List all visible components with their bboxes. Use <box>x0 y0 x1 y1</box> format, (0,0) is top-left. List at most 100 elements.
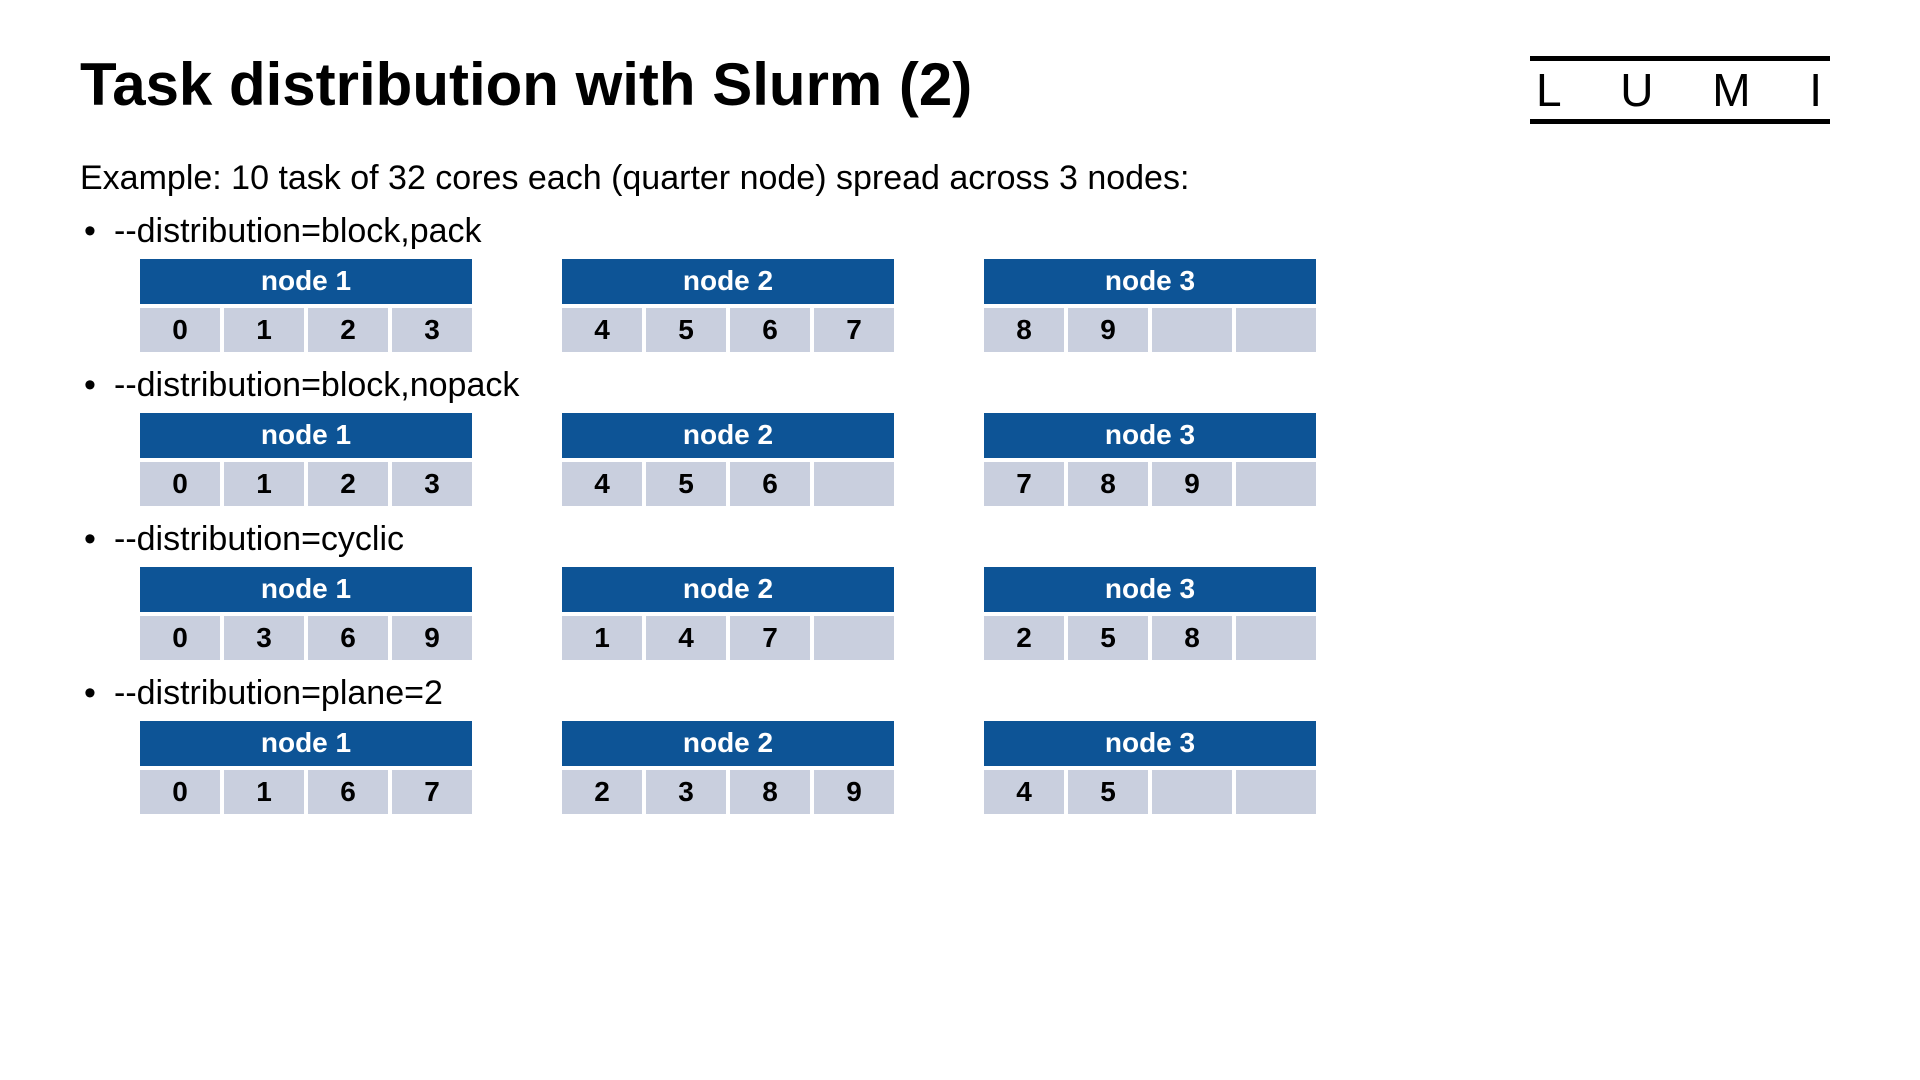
node: node 10123 <box>140 259 472 352</box>
cells-row: 2389 <box>562 770 894 814</box>
task-cell: 7 <box>814 308 894 352</box>
slide: L U M I Task distribution with Slurm (2)… <box>0 0 1920 1080</box>
task-cell: 3 <box>392 308 472 352</box>
distribution-label: --distribution=cyclic <box>80 520 1840 559</box>
task-cell <box>1236 770 1316 814</box>
task-cell: 0 <box>140 770 220 814</box>
node: node 2147 <box>562 567 894 660</box>
distribution-label: --distribution=plane=2 <box>80 674 1840 713</box>
cells-row: 258 <box>984 616 1316 660</box>
node-header: node 1 <box>140 259 472 304</box>
node: node 10167 <box>140 721 472 814</box>
task-cell: 6 <box>730 308 810 352</box>
node: node 2456 <box>562 413 894 506</box>
task-cell: 8 <box>984 308 1064 352</box>
nodes-row: node 10167 node 22389 node 345 <box>140 721 1840 814</box>
task-cell: 0 <box>140 308 220 352</box>
task-cell <box>814 616 894 660</box>
cells-row: 0369 <box>140 616 472 660</box>
cells-row: 89 <box>984 308 1316 352</box>
task-cell: 9 <box>1068 308 1148 352</box>
distribution-label: --distribution=block,pack <box>80 212 1840 251</box>
task-cell <box>1236 616 1316 660</box>
node-header: node 3 <box>984 413 1316 458</box>
cells-row: 0167 <box>140 770 472 814</box>
node-header: node 1 <box>140 721 472 766</box>
task-cell: 1 <box>224 770 304 814</box>
nodes-row: node 10369 node 2147 node 3258 <box>140 567 1840 660</box>
task-cell: 5 <box>1068 616 1148 660</box>
node: node 10369 <box>140 567 472 660</box>
task-cell: 2 <box>308 308 388 352</box>
task-cell: 8 <box>1068 462 1148 506</box>
task-cell: 5 <box>1068 770 1148 814</box>
logo-letters: L U M I <box>1530 61 1830 119</box>
task-cell: 4 <box>646 616 726 660</box>
task-cell <box>1152 770 1232 814</box>
task-cell <box>814 462 894 506</box>
task-cell: 2 <box>984 616 1064 660</box>
task-cell <box>1152 308 1232 352</box>
node-header: node 2 <box>562 259 894 304</box>
node: node 3789 <box>984 413 1316 506</box>
task-cell: 9 <box>1152 462 1232 506</box>
task-cell: 6 <box>308 616 388 660</box>
task-cell: 3 <box>224 616 304 660</box>
node-header: node 3 <box>984 567 1316 612</box>
node-header: node 2 <box>562 721 894 766</box>
logo-letter: M <box>1712 63 1752 117</box>
task-cell: 8 <box>730 770 810 814</box>
task-cell: 0 <box>140 616 220 660</box>
distribution-block: --distribution=plane=2 node 10167 node 223… <box>80 674 1840 814</box>
task-cell: 4 <box>562 462 642 506</box>
task-cell: 5 <box>646 462 726 506</box>
node-header: node 2 <box>562 413 894 458</box>
task-cell: 8 <box>1152 616 1232 660</box>
nodes-row: node 10123 node 24567 node 389 <box>140 259 1840 352</box>
node: node 10123 <box>140 413 472 506</box>
task-cell <box>1236 308 1316 352</box>
node-header: node 3 <box>984 259 1316 304</box>
cells-row: 789 <box>984 462 1316 506</box>
logo-letter: I <box>1809 63 1824 117</box>
node: node 345 <box>984 721 1316 814</box>
task-cell: 2 <box>562 770 642 814</box>
cells-row: 0123 <box>140 462 472 506</box>
lumi-logo: L U M I <box>1530 56 1830 124</box>
task-cell: 6 <box>730 462 810 506</box>
distribution-block: --distribution=block,packnode 10123node … <box>80 212 1840 352</box>
task-cell: 3 <box>646 770 726 814</box>
task-cell: 9 <box>392 616 472 660</box>
node-header: node 2 <box>562 567 894 612</box>
example-text: Example: 10 task of 32 cores each (quart… <box>80 159 1840 198</box>
node-header: node 1 <box>140 567 472 612</box>
node: node 24567 <box>562 259 894 352</box>
task-cell: 5 <box>646 308 726 352</box>
task-cell: 9 <box>814 770 894 814</box>
cells-row: 45 <box>984 770 1316 814</box>
task-cell: 3 <box>392 462 472 506</box>
task-cell: 1 <box>562 616 642 660</box>
distribution-label: --distribution=block,nopack <box>80 366 1840 405</box>
logo-letter: U <box>1620 63 1655 117</box>
node: node 3258 <box>984 567 1316 660</box>
task-cell: 4 <box>984 770 1064 814</box>
distribution-block: --distribution=cyclic node 10369 node 2147… <box>80 520 1840 660</box>
task-cell: 7 <box>730 616 810 660</box>
cells-row: 0123 <box>140 308 472 352</box>
task-cell: 4 <box>562 308 642 352</box>
task-cell: 6 <box>308 770 388 814</box>
cells-row: 147 <box>562 616 894 660</box>
logo-letter: L <box>1536 63 1564 117</box>
node: node 389 <box>984 259 1316 352</box>
task-cell: 7 <box>392 770 472 814</box>
node-header: node 1 <box>140 413 472 458</box>
task-cell: 1 <box>224 462 304 506</box>
nodes-row: node 10123 node 2456 node 3789 <box>140 413 1840 506</box>
node-header: node 3 <box>984 721 1316 766</box>
task-cell <box>1236 462 1316 506</box>
distributions-container: --distribution=block,packnode 10123node … <box>80 212 1840 814</box>
cells-row: 4567 <box>562 308 894 352</box>
task-cell: 0 <box>140 462 220 506</box>
task-cell: 1 <box>224 308 304 352</box>
